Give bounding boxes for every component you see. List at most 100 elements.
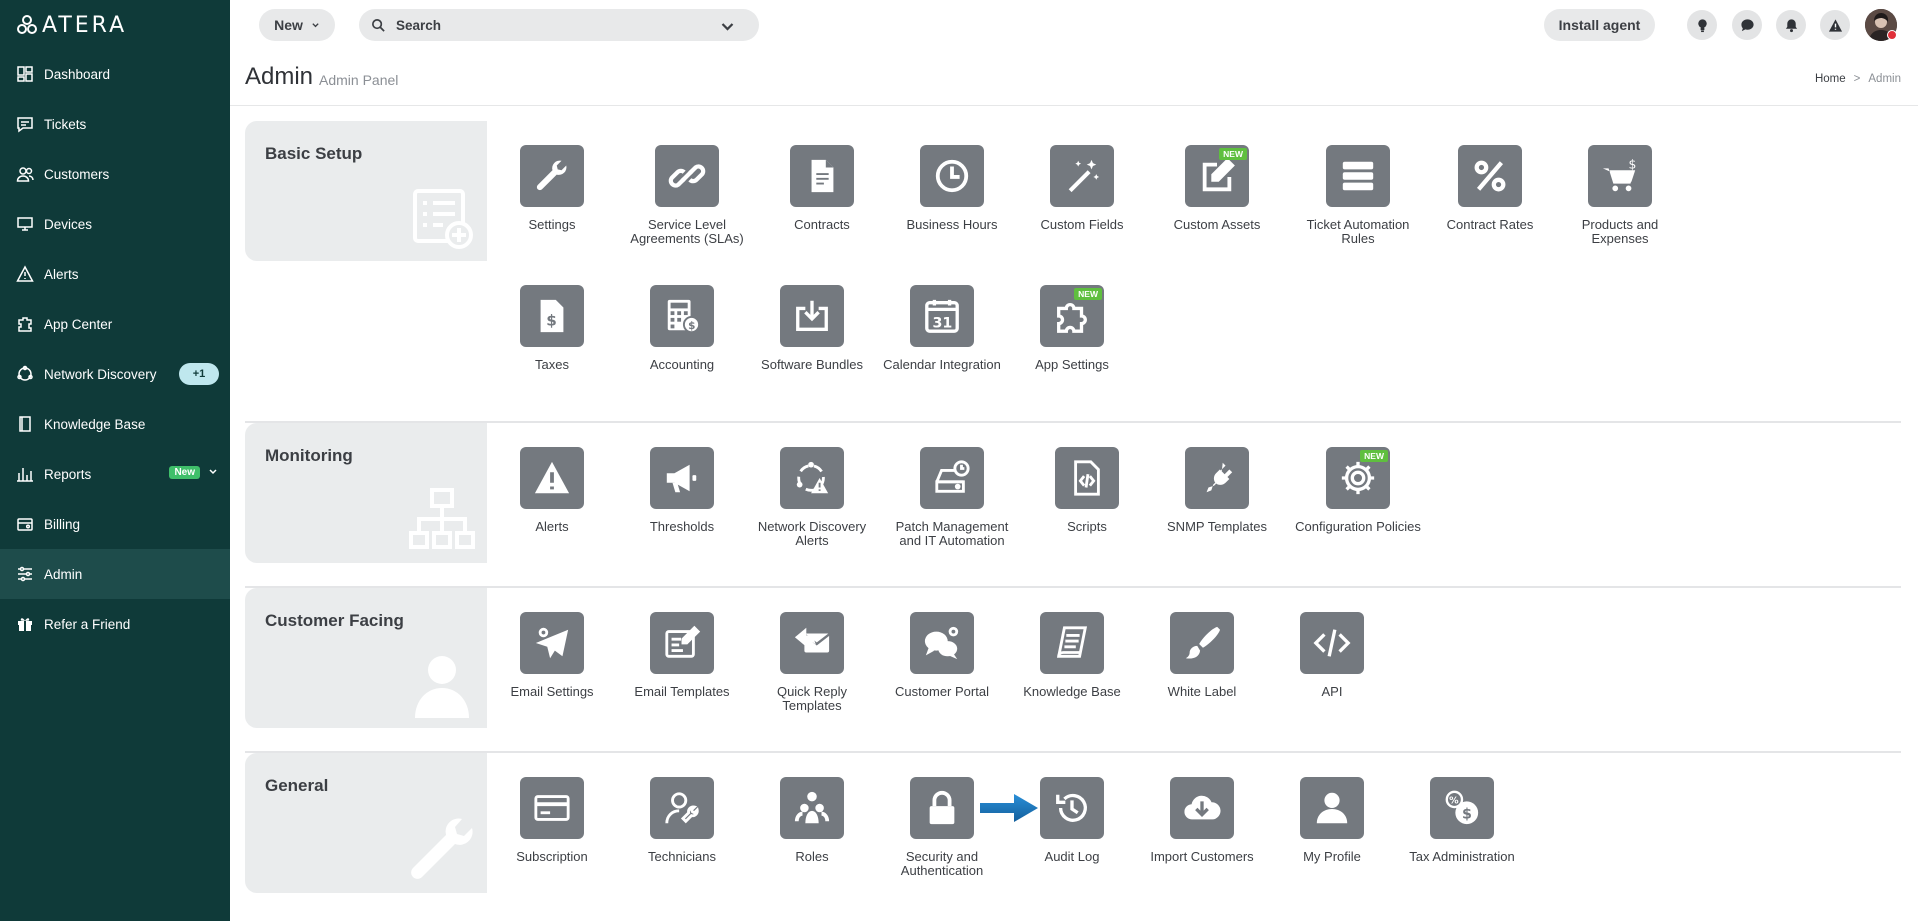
contract-icon: [790, 145, 854, 207]
tile-technicians[interactable]: Technicians: [617, 777, 747, 864]
chevron-down-icon[interactable]: [720, 19, 735, 34]
sidebar-item-dashboard[interactable]: Dashboard: [0, 49, 230, 99]
send-gear-icon: [520, 612, 584, 674]
section-general: General Subscription Technicians Roles S…: [245, 753, 1901, 915]
tile-patch-management[interactable]: Patch Management and IT Automation: [887, 447, 1017, 548]
edit-icon: NEW: [1185, 145, 1249, 207]
new-button[interactable]: New: [259, 9, 335, 41]
tile-email-templates[interactable]: Email Templates: [617, 612, 747, 699]
sidebar-item-label: Reports: [44, 466, 92, 482]
tile-label: API: [1321, 684, 1343, 699]
tile-contract-rates[interactable]: Contract Rates: [1425, 145, 1555, 232]
tile-scripts[interactable]: Scripts: [1022, 447, 1152, 534]
chevron-down-icon[interactable]: [208, 467, 218, 477]
sidebar-item-label: Tickets: [44, 116, 87, 132]
tile-configuration-policies[interactable]: NEW Configuration Policies: [1293, 447, 1423, 534]
tile-api[interactable]: API: [1267, 612, 1397, 699]
tile-contracts[interactable]: Contracts: [757, 145, 887, 232]
tile-label: Ticket Automation Rules: [1306, 217, 1410, 246]
profile-icon: [1300, 777, 1364, 839]
tile-snmp-templates[interactable]: SNMP Templates: [1152, 447, 1282, 534]
tile-network-discovery-alerts[interactable]: Network Discovery Alerts: [747, 447, 877, 548]
tile-label: Quick Reply Templates: [776, 684, 848, 713]
wrench-watermark-icon: [411, 818, 473, 879]
tile-label: Knowledge Base: [1023, 684, 1121, 699]
warning-icon: [1828, 18, 1842, 32]
tile-label: Settings: [528, 217, 576, 232]
network-topology-icon: [409, 488, 475, 549]
lightbulb-button[interactable]: [1687, 10, 1717, 40]
chevron-down-icon: [312, 22, 319, 27]
tile-label: Network Discovery Alerts: [757, 519, 867, 548]
tile-my-profile[interactable]: My Profile: [1267, 777, 1397, 864]
calendar-day: 31: [933, 315, 953, 331]
tile-label: Email Templates: [634, 684, 730, 699]
download-icon: [780, 285, 844, 347]
sidebar-item-knowledge-base[interactable]: Knowledge Base: [0, 399, 230, 449]
tile-label: Contract Rates: [1446, 217, 1534, 232]
brush-icon: [1170, 612, 1234, 674]
chat-button[interactable]: [1732, 10, 1762, 40]
sidebar-item-network-discovery[interactable]: Network Discovery +1: [0, 349, 230, 399]
search-icon: [372, 18, 385, 32]
server-icon: [1326, 145, 1390, 207]
megaphone-icon: [650, 447, 714, 509]
notifications-button[interactable]: [1776, 10, 1806, 40]
tile-business-hours[interactable]: Business Hours: [887, 145, 1017, 232]
sidebar-item-tickets[interactable]: Tickets: [0, 99, 230, 149]
sidebar-item-admin[interactable]: Admin: [0, 549, 230, 599]
tile-products-and-expenses[interactable]: $ Products and Expenses: [1555, 145, 1685, 246]
tile-custom-fields[interactable]: Custom Fields: [1017, 145, 1147, 232]
sidebar-item-alerts[interactable]: Alerts: [0, 249, 230, 299]
svg-text:$: $: [1629, 157, 1637, 171]
tile-label: Patch Management and IT Automation: [895, 519, 1009, 548]
sidebar-item-customers[interactable]: Customers: [0, 149, 230, 199]
sidebar-item-label: Admin: [44, 566, 83, 582]
puzzle-icon: NEW: [1040, 285, 1104, 347]
tile-import-customers[interactable]: Import Customers: [1137, 777, 1267, 864]
chat-icon: [1740, 18, 1754, 31]
tile-label: Accounting: [649, 357, 715, 372]
sidebar-item-devices[interactable]: Devices: [0, 199, 230, 249]
sidebar-item-billing[interactable]: Billing: [0, 499, 230, 549]
install-agent-button[interactable]: Install agent: [1544, 9, 1655, 41]
knowledge-base-icon: [16, 415, 34, 433]
sidebar-item-app-center[interactable]: App Center: [0, 299, 230, 349]
tickets-icon: [16, 115, 34, 133]
tile-email-settings[interactable]: Email Settings: [487, 612, 617, 699]
tile-subscription[interactable]: Subscription: [487, 777, 617, 864]
tile-label: Customer Portal: [895, 684, 989, 699]
patch-icon: [920, 447, 984, 509]
tile-roles[interactable]: Roles: [747, 777, 877, 864]
tile-app-settings[interactable]: NEW App Settings: [1007, 285, 1137, 372]
tile-alerts[interactable]: Alerts: [487, 447, 617, 534]
tile-settings[interactable]: Settings: [487, 145, 617, 232]
sidebar-item-refer-a-friend[interactable]: Refer a Friend: [0, 599, 230, 649]
tile-software-bundles[interactable]: Software Bundles: [747, 285, 877, 372]
tile-thresholds[interactable]: Thresholds: [617, 447, 747, 534]
svg-text:$: $: [688, 320, 695, 332]
sidebar-item-reports[interactable]: Reports New: [0, 449, 230, 499]
breadcrumb-home[interactable]: Home: [1815, 73, 1846, 85]
tile-slas[interactable]: Service Level Agreements (SLAs): [622, 145, 752, 246]
app-center-icon: [16, 315, 34, 333]
tile-calendar-integration[interactable]: 31 Calendar Integration: [877, 285, 1007, 372]
install-agent-label: Install agent: [1558, 17, 1641, 33]
tile-label: Custom Assets: [1173, 217, 1261, 232]
tile-label: Taxes: [535, 357, 569, 372]
tile-tax-administration[interactable]: % $ Tax Administration: [1397, 777, 1527, 864]
section-title: Customer Facing: [265, 611, 404, 630]
tile-customer-portal[interactable]: Customer Portal: [877, 612, 1007, 699]
tile-accounting[interactable]: $ Accounting: [617, 285, 747, 372]
search-input[interactable]: Search: [359, 9, 759, 41]
tile-quick-reply-templates[interactable]: Quick Reply Templates: [747, 612, 877, 713]
network-discovery-badge: +1: [179, 363, 219, 385]
atera-logo[interactable]: ATERA: [16, 13, 127, 38]
tile-ticket-automation-rules[interactable]: Ticket Automation Rules: [1293, 145, 1423, 246]
tile-knowledge-base[interactable]: Knowledge Base: [1007, 612, 1137, 699]
alert-icon: [520, 447, 584, 509]
warning-button[interactable]: [1820, 10, 1850, 40]
tile-taxes[interactable]: $ Taxes: [487, 285, 617, 372]
tile-white-label[interactable]: White Label: [1137, 612, 1267, 699]
tile-custom-assets[interactable]: NEW Custom Assets: [1152, 145, 1282, 232]
